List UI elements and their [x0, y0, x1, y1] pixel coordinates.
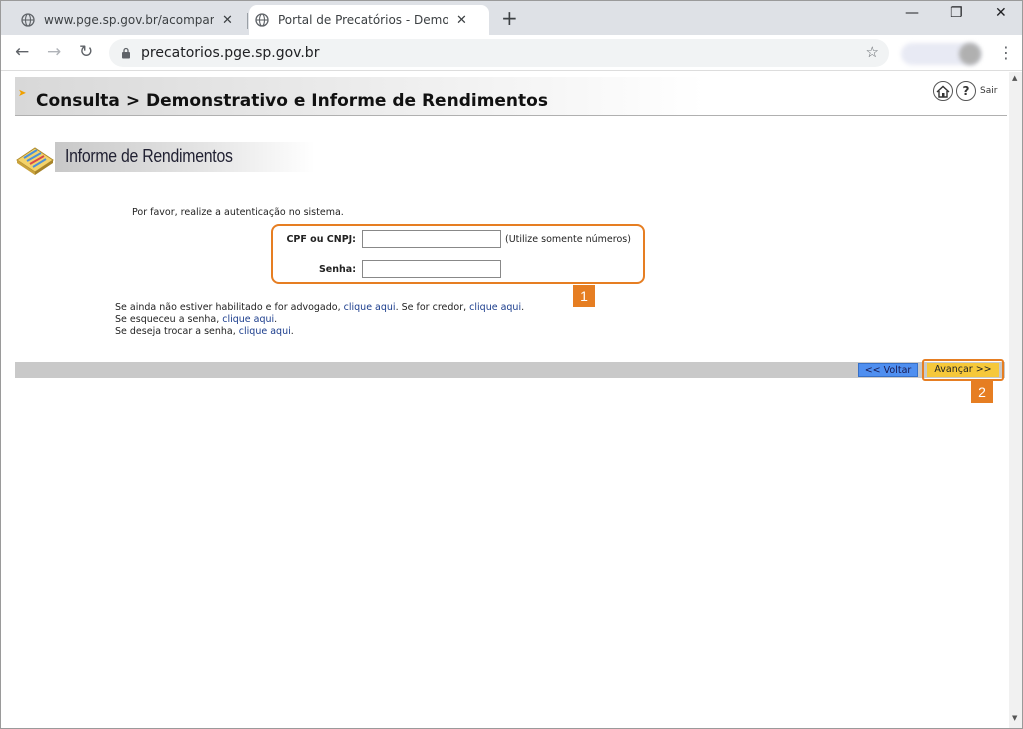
- browser-window: www.pge.sp.gov.br/acompanhe/p ✕ Portal d…: [0, 0, 1023, 729]
- help-line-forgot-password: Se esqueceu a senha, clique aqui.: [115, 314, 278, 325]
- help-icon[interactable]: ?: [956, 81, 976, 101]
- auth-message: Por favor, realize a autenticação no sis…: [132, 207, 344, 218]
- logout-link[interactable]: Sair: [980, 86, 997, 96]
- forward-button[interactable]: →: [47, 42, 61, 62]
- page-title: Consulta > Demonstrativo e Informe de Re…: [36, 91, 548, 111]
- url-text: precatorios.pge.sp.gov.br: [141, 45, 320, 61]
- lock-icon: [122, 47, 130, 59]
- header-divider: [15, 115, 1007, 116]
- tab-title: Portal de Precatórios - Demonstr: [278, 13, 448, 27]
- browser-menu-icon[interactable]: ⋮: [998, 43, 1014, 62]
- help-line-register: Se ainda não estiver habilitado e for ad…: [115, 302, 525, 313]
- globe-icon: [255, 13, 269, 27]
- help-line-change-password: Se deseja trocar a senha, clique aqui.: [115, 326, 294, 337]
- avatar[interactable]: [959, 43, 981, 65]
- register-creditor-link[interactable]: clique aqui: [469, 302, 521, 313]
- reload-button[interactable]: ↻: [79, 42, 93, 62]
- button-bar: [15, 362, 1005, 378]
- globe-icon: [21, 13, 35, 27]
- tab-title: www.pge.sp.gov.br/acompanhe/p: [44, 13, 214, 27]
- close-tab-icon[interactable]: ✕: [456, 13, 467, 28]
- scroll-up-icon[interactable]: ▲: [1012, 74, 1017, 82]
- back-button-page[interactable]: << Voltar: [858, 363, 918, 377]
- bookmark-star-icon[interactable]: ☆: [866, 43, 879, 61]
- tab-pge-acompanhe[interactable]: www.pge.sp.gov.br/acompanhe/p ✕: [15, 5, 247, 35]
- page-content: ➤ Consulta > Demonstrativo e Informe de …: [1, 72, 1009, 728]
- annotation-highlight-next: [922, 359, 1004, 381]
- new-tab-button[interactable]: +: [501, 6, 518, 30]
- minimize-button[interactable]: —: [905, 5, 919, 21]
- tab-portal-precatorios[interactable]: Portal de Precatórios - Demonstr ✕: [249, 5, 489, 35]
- close-window-button[interactable]: ✕: [995, 5, 1007, 21]
- register-lawyer-link[interactable]: clique aqui: [344, 302, 396, 313]
- restore-button[interactable]: ❐: [950, 5, 963, 21]
- report-book-icon: [16, 147, 54, 175]
- scrollbar[interactable]: [1009, 72, 1022, 728]
- back-button[interactable]: ←: [15, 42, 29, 62]
- annotation-badge-2: 2: [971, 381, 993, 403]
- forgot-password-link[interactable]: clique aqui: [222, 314, 274, 325]
- tab-strip: www.pge.sp.gov.br/acompanhe/p ✕ Portal d…: [1, 1, 1022, 35]
- header-arrow-icon: ➤: [18, 88, 27, 99]
- annotation-badge-1: 1: [573, 285, 595, 307]
- address-bar[interactable]: precatorios.pge.sp.gov.br ☆: [109, 39, 889, 67]
- section-title: Informe de Rendimentos: [65, 146, 233, 166]
- home-icon[interactable]: [933, 81, 953, 101]
- annotation-highlight-form: [271, 224, 645, 284]
- change-password-link[interactable]: clique aqui: [239, 326, 291, 337]
- close-tab-icon[interactable]: ✕: [222, 13, 233, 28]
- browser-toolbar: ← → ↻ precatorios.pge.sp.gov.br ☆ ⋮: [1, 35, 1022, 71]
- tab-separator: [247, 13, 248, 29]
- scroll-down-icon[interactable]: ▼: [1012, 714, 1017, 722]
